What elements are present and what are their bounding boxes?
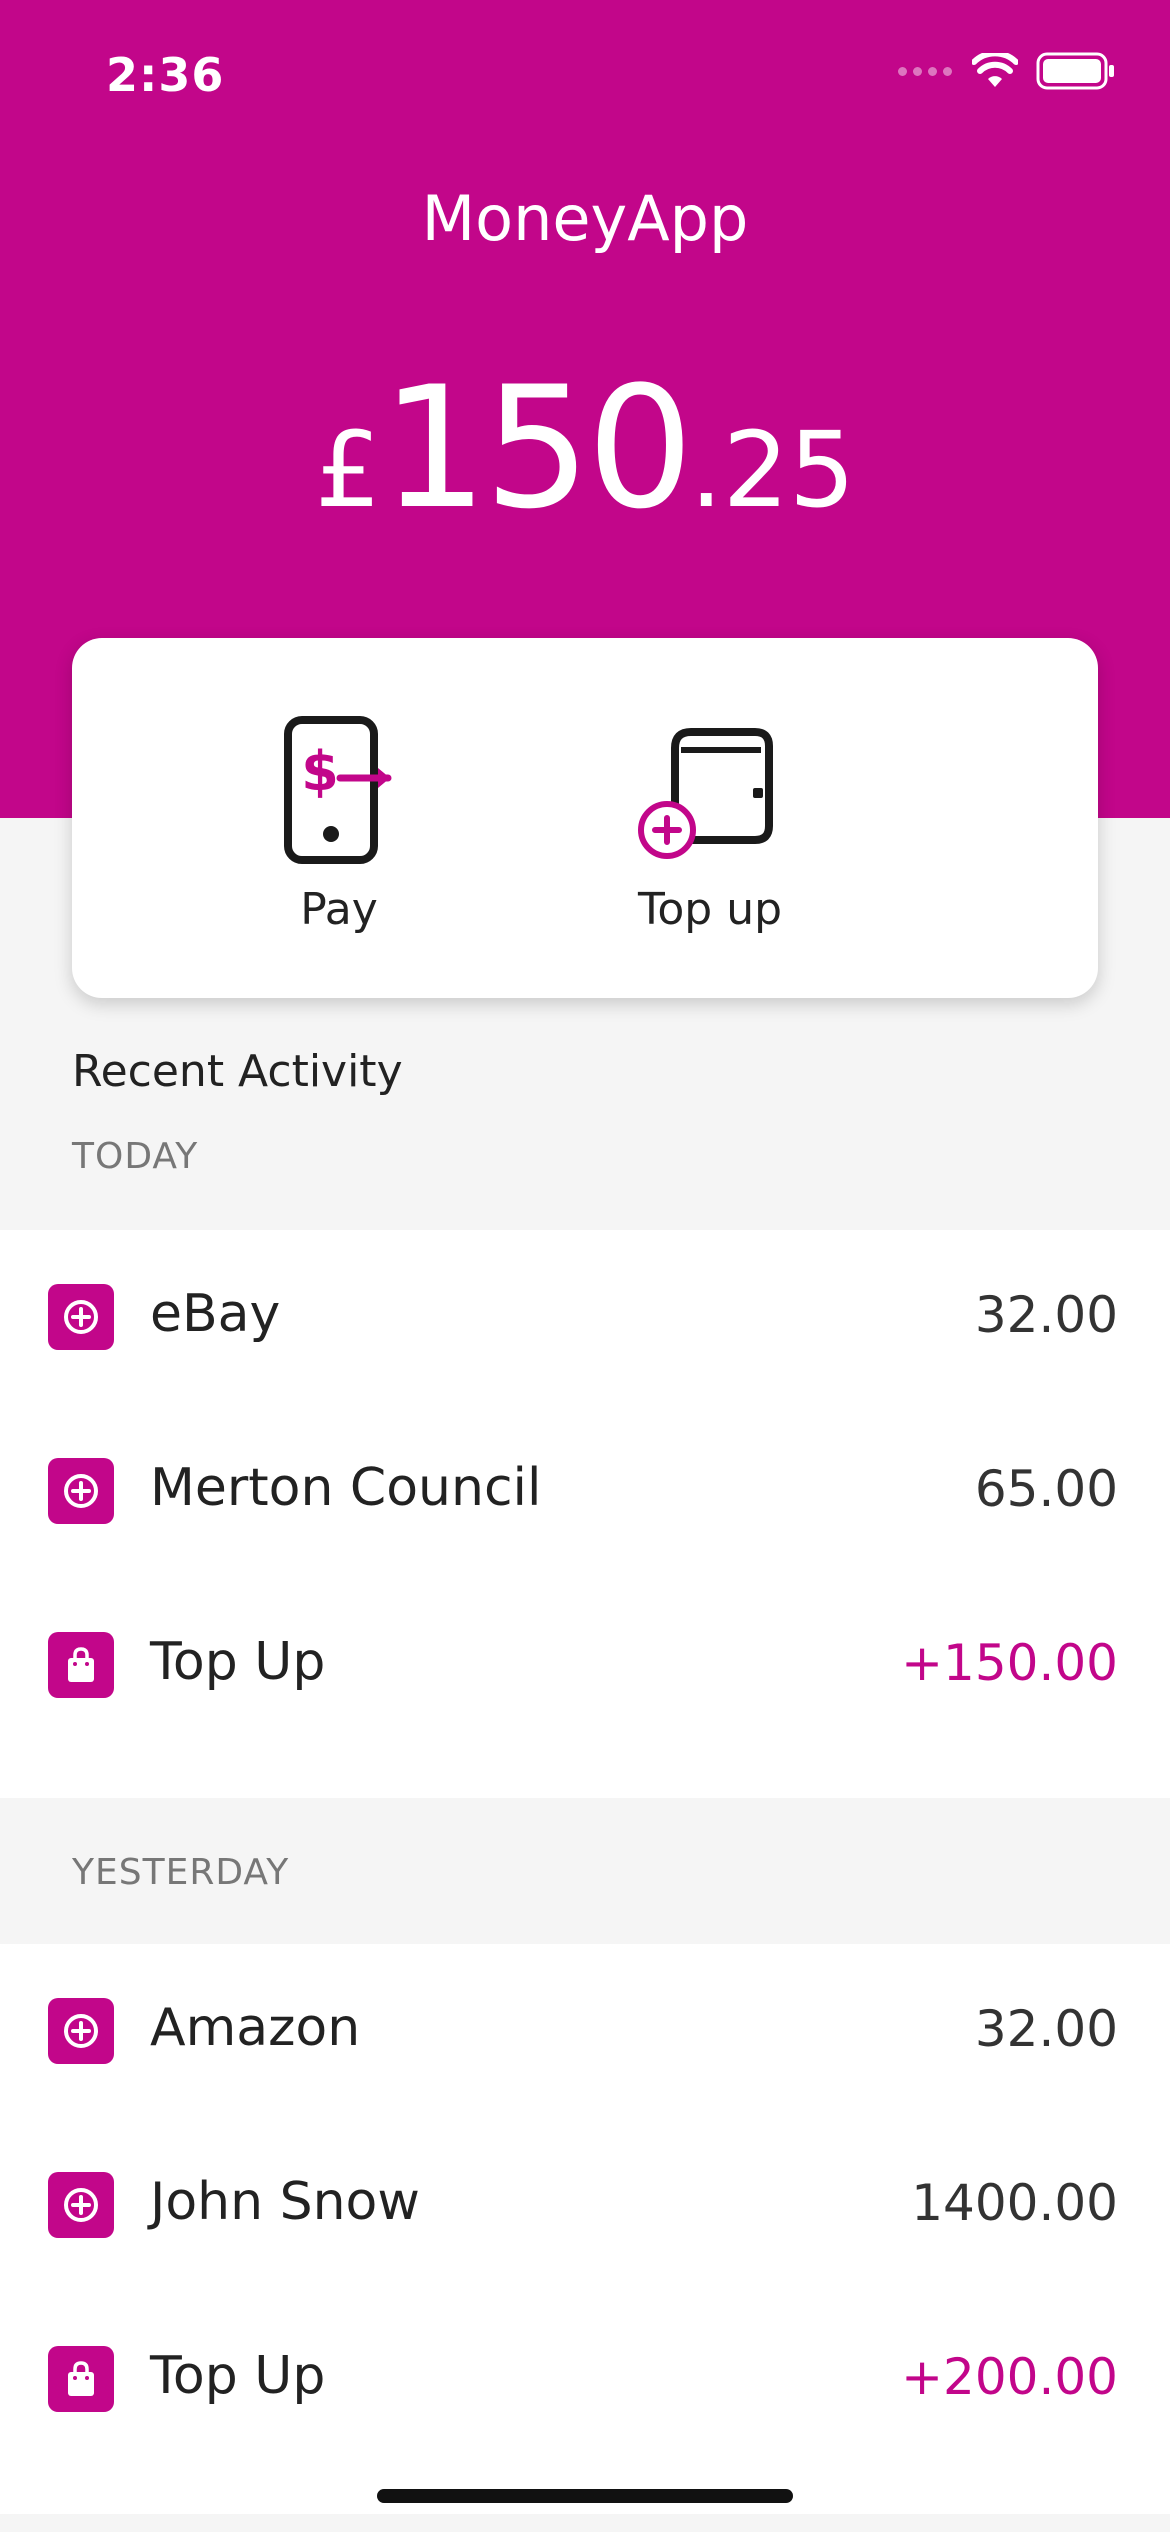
balance-decimal: .25 (689, 409, 856, 531)
shopping-bag-icon (48, 2346, 114, 2412)
group-label-today: TODAY (72, 1136, 199, 1177)
item-name: Amazon (150, 1998, 361, 2058)
balance-currency: £ (314, 409, 382, 531)
activity-list-yesterday: Amazon 32.00 John Snow 1400.00 Top Up +2… (0, 1944, 1170, 2514)
signal-icon (898, 66, 952, 76)
battery-icon (1036, 52, 1114, 90)
item-amount: +150.00 (901, 1634, 1118, 1692)
wallet-add-icon (638, 728, 773, 859)
action-card: $ Pay Top up (72, 638, 1098, 998)
item-name: Merton Council (150, 1458, 542, 1518)
plus-circle-icon (48, 1284, 114, 1350)
item-amount: 32.00 (974, 1286, 1118, 1344)
group-label-yesterday: YESTERDAY (72, 1852, 290, 1893)
item-name: Top Up (150, 1632, 326, 1692)
item-amount: 1400.00 (911, 2174, 1118, 2232)
list-item[interactable]: Amazon 32.00 (0, 1944, 1170, 2118)
item-amount: 65.00 (974, 1460, 1118, 1518)
list-item[interactable]: Top Up +150.00 (0, 1578, 1170, 1752)
status-bar: 2:36 (0, 0, 1170, 150)
phone-pay-icon: $ (284, 716, 392, 864)
home-indicator[interactable] (377, 2489, 793, 2503)
plus-circle-icon (48, 2172, 114, 2238)
pay-label: Pay (300, 884, 378, 935)
plus-circle-icon (48, 1458, 114, 1524)
top-up-button[interactable]: Top up (580, 708, 840, 935)
list-item[interactable]: Top Up +200.00 (0, 2292, 1170, 2466)
recent-activity-title: Recent Activity (72, 1046, 403, 1097)
wifi-icon (972, 53, 1018, 87)
item-name: John Snow (150, 2172, 420, 2232)
item-name: eBay (150, 1284, 281, 1344)
status-icons (898, 52, 1116, 90)
top-up-label: Top up (637, 884, 783, 935)
activity-list-today: eBay 32.00 Merton Council 65.00 Top Up +… (0, 1230, 1170, 1798)
list-item[interactable]: eBay 32.00 (0, 1230, 1170, 1404)
list-item[interactable]: Merton Council 65.00 (0, 1404, 1170, 1578)
list-item[interactable]: John Snow 1400.00 (0, 2118, 1170, 2292)
plus-circle-icon (48, 1998, 114, 2064)
pay-button[interactable]: $ Pay (209, 708, 469, 935)
status-time: 2:36 (106, 48, 225, 102)
balance-integer: 150 (381, 350, 694, 546)
item-amount: 32.00 (974, 2000, 1118, 2058)
item-amount: +200.00 (901, 2348, 1118, 2406)
svg-text:$: $ (301, 740, 339, 803)
shopping-bag-icon (48, 1632, 114, 1698)
app-title: MoneyApp (421, 182, 749, 255)
item-name: Top Up (150, 2346, 326, 2406)
balance-amount: £150.25 (0, 350, 1170, 546)
